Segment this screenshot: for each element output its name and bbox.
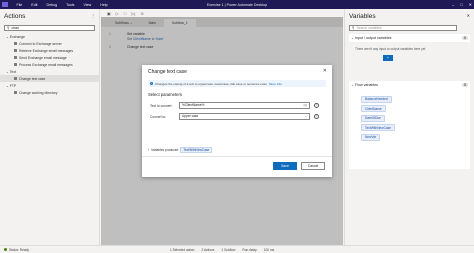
run-delay-label: Run delay: [242, 247, 257, 252]
menu-help[interactable]: Help: [96, 3, 112, 7]
status-text: Status: Ready: [9, 247, 30, 252]
tree-item[interactable]: Process Exchange email messages: [0, 61, 99, 68]
dialog-title: Change text case: [148, 69, 187, 75]
text-to-convert-label: Text to convert:: [150, 104, 173, 108]
tree-item[interactable]: Retrieve Exchange email messages: [0, 47, 99, 54]
selected-count: 1 Selected action: [170, 247, 195, 252]
search-icon: ⚲: [7, 26, 10, 30]
dialog-divider: [142, 156, 332, 157]
cancel-button[interactable]: Cancel: [301, 162, 325, 170]
convert-to-label: Convert to:: [150, 115, 167, 119]
tree-group-ftp[interactable]: ⌄ FTP: [0, 82, 99, 89]
action-icon: [14, 77, 17, 80]
action-icon: [14, 63, 17, 66]
variables-title: Variables: [349, 13, 376, 20]
subflows-count: 1 Subflow: [221, 247, 236, 252]
flow-variables-list: BalanceNeeded ClientName DateOfDue TextW…: [349, 89, 470, 169]
menu-view[interactable]: View: [79, 3, 96, 7]
close-icon[interactable]: ✕: [323, 68, 327, 74]
variables-search-placeholder: Search variables: [356, 26, 382, 30]
tree-group-text[interactable]: ⌄ Text: [0, 68, 99, 75]
actions-search-input[interactable]: ⚲ chan: [4, 25, 95, 31]
variable-chip[interactable]: NewVar: [361, 133, 381, 141]
menu-bar: File Edit Debug Tools View Help: [12, 3, 112, 7]
dialog-info-banner: i Changes the casing of a text to upperc…: [148, 80, 326, 87]
variable-chip[interactable]: ClientName: [361, 105, 386, 112]
app-logo-icon: [2, 2, 8, 7]
action-icon: [14, 42, 17, 45]
actions-pane: Actions ⋮ ⚲ chan ⌄ Exchange Connect to E…: [0, 9, 100, 245]
tree-group-exchange[interactable]: ⌄ Exchange: [0, 33, 99, 40]
variable-chip[interactable]: TextWithNewCase: [361, 124, 396, 131]
close-window-icon[interactable]: ✕: [469, 2, 472, 7]
tree-item[interactable]: Connect to Exchange server: [0, 40, 99, 47]
more-options-icon[interactable]: ⋮: [91, 13, 95, 20]
io-count-badge: 0: [462, 36, 468, 40]
run-delay-value[interactable]: 100 ms: [264, 248, 274, 252]
actions-title: Actions: [4, 13, 26, 20]
parameters-heading: Select parameters: [148, 92, 182, 97]
search-icon: ⚲: [352, 26, 355, 30]
help-icon[interactable]: i: [314, 113, 319, 119]
actions-tree: ⌄ Exchange Connect to Exchange server Re…: [0, 33, 99, 96]
variables-produced[interactable]: › Variables produced TextWithNewCase: [148, 147, 213, 153]
action-icon: [14, 56, 17, 59]
action-icon: [14, 91, 17, 94]
text-to-convert-input[interactable]: %ClientName% {x}: [179, 102, 310, 109]
step-icon[interactable]: ▷|: [131, 11, 135, 16]
change-text-case-dialog: Change text case ✕ i Changes the casing …: [142, 65, 332, 177]
convert-to-value: Upper case: [182, 114, 199, 119]
more-info-link[interactable]: More info: [269, 82, 282, 86]
convert-to-select[interactable]: Upper case ⌄: [179, 113, 310, 120]
run-icon[interactable]: ▷: [116, 11, 119, 16]
io-empty-text: There aren't any input or output variabl…: [355, 47, 426, 51]
variables-produced-label: Variables produced: [151, 148, 179, 152]
text-to-convert-value: %ClientName%: [182, 103, 205, 108]
variable-chip[interactable]: DateOfDue: [361, 114, 385, 122]
menu-edit[interactable]: Edit: [27, 3, 42, 7]
variable-picker-icon[interactable]: {x}: [303, 103, 307, 107]
variable-chip[interactable]: BalanceNeeded: [361, 95, 392, 103]
title-bar: File Edit Debug Tools View Help Exercise…: [0, 0, 474, 9]
close-pane-icon[interactable]: ✕: [467, 13, 470, 20]
save-button[interactable]: Save: [273, 162, 297, 170]
chevron-down-icon: ⌄: [304, 114, 307, 119]
io-variables-section[interactable]: ⌄ Input / output variables 0: [349, 34, 470, 42]
produced-variable-chip[interactable]: TextWithNewCase: [180, 147, 213, 153]
info-icon: i: [150, 82, 153, 85]
actions-search-value: chan: [11, 26, 19, 30]
tree-item-selected[interactable]: Change text case: [0, 75, 99, 82]
convert-to-row: Convert to: Upper case ⌄ i: [142, 113, 332, 121]
menu-debug[interactable]: Debug: [42, 3, 62, 7]
menu-file[interactable]: File: [12, 3, 27, 7]
minimize-icon[interactable]: –: [452, 2, 454, 7]
action-icon: [14, 49, 17, 52]
flow-count-badge: 5: [462, 83, 468, 87]
tree-item[interactable]: Send Exchange email message: [0, 54, 99, 61]
stop-icon[interactable]: □: [124, 11, 126, 16]
help-icon[interactable]: i: [314, 102, 319, 108]
record-icon[interactable]: ⊙: [140, 11, 143, 16]
menu-tools[interactable]: Tools: [62, 3, 79, 7]
info-text: Changes the casing of a text to uppercas…: [155, 81, 267, 86]
text-to-convert-row: Text to convert: %ClientName% {x} i: [142, 102, 332, 110]
status-dot-icon: [4, 248, 7, 251]
designer-toolbar: ▣ ▷ □ ▷| ⊙: [101, 9, 343, 17]
maximize-icon[interactable]: □: [460, 2, 462, 7]
variables-pane: Variables ✕ ⚲ Search variables ⌄ Input /…: [344, 9, 474, 245]
chevron-right-icon: ›: [148, 148, 150, 152]
actions-count: 2 Actions: [201, 247, 215, 252]
add-io-variable-button[interactable]: +: [383, 55, 393, 61]
variables-search-input[interactable]: ⚲ Search variables: [349, 25, 457, 31]
window-controls: – □ ✕: [452, 0, 472, 9]
tree-item[interactable]: Change working directory: [0, 89, 99, 96]
status-bar: Status: Ready 1 Selected action 2 Action…: [0, 245, 474, 253]
flow-variables-section[interactable]: ⌄ Flow variables 5: [349, 81, 470, 89]
save-icon[interactable]: ▣: [107, 11, 111, 16]
